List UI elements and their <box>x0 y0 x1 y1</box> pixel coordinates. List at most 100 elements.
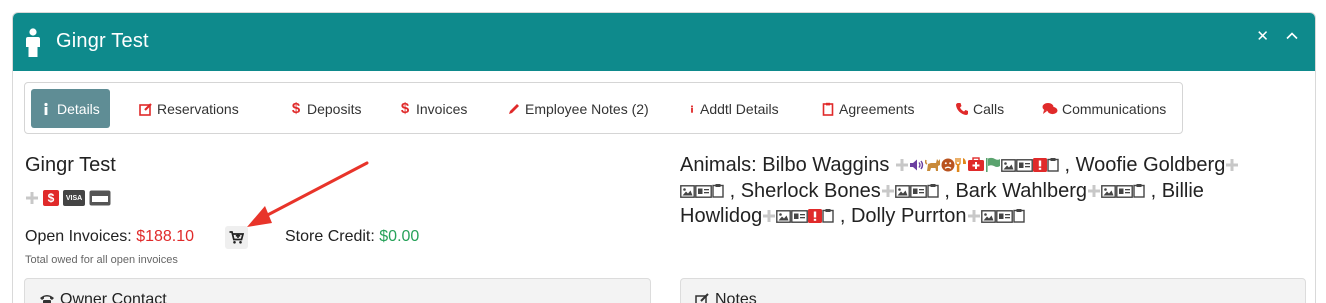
tab-deposits[interactable]: $ Deposits <box>283 89 367 128</box>
store-credit-label: Store Credit: <box>285 228 375 245</box>
plus-icon[interactable] <box>762 209 776 223</box>
payment-icons: $ VISA <box>25 190 111 206</box>
tab-label: Calls <box>973 100 1005 117</box>
flag-icon <box>985 157 1000 172</box>
owed-note: Total owed for all open invoices <box>25 254 178 266</box>
phone-icon <box>956 102 968 115</box>
checkout-cart-button[interactable] <box>225 226 248 249</box>
tab-label: Details <box>57 100 100 117</box>
animal-name[interactable]: Sherlock Bones <box>741 180 881 202</box>
owner-contact-label: Owner Contact <box>60 291 167 303</box>
alert-icon <box>1032 158 1047 172</box>
panel-header: Gingr Test ✕ <box>13 13 1315 71</box>
close-icon[interactable]: ✕ <box>1256 27 1269 45</box>
clipboard-icon <box>1133 183 1145 198</box>
tab-label: Communications <box>1062 100 1167 117</box>
clipboard-icon <box>822 209 834 223</box>
dollar-icon: $ <box>400 100 410 117</box>
plus-icon[interactable] <box>967 209 981 223</box>
tab-label: Addtl Details <box>700 100 779 117</box>
clipboard-icon <box>712 183 724 198</box>
visa-icon[interactable]: VISA <box>63 190 85 206</box>
clipboard-icon <box>1012 209 1025 223</box>
clipboard-icon <box>927 183 939 198</box>
plus-icon[interactable] <box>895 158 909 172</box>
separator: , <box>1064 154 1071 176</box>
id-card-icon <box>909 184 927 198</box>
chevron-up-icon[interactable] <box>1285 29 1299 43</box>
separator: , <box>1150 179 1157 202</box>
tab-communications[interactable]: Communications <box>1036 89 1172 128</box>
image-icon <box>1101 184 1116 198</box>
tab-calls[interactable]: Calls <box>949 89 1010 128</box>
tab-employee-notes[interactable]: Employee Notes (2) <box>501 89 655 128</box>
tab-label: Invoices <box>416 100 468 117</box>
image-icon <box>1001 159 1016 172</box>
phone-icon <box>40 295 54 303</box>
animals-label: Animals: <box>680 154 757 176</box>
clipboard-icon <box>822 102 834 116</box>
edit-icon <box>139 102 152 116</box>
open-invoices: Open Invoices: $188.10 <box>25 228 194 246</box>
panel-title: Gingr Test <box>56 30 149 52</box>
plus-icon[interactable] <box>1087 184 1101 198</box>
cat-icon <box>924 159 940 171</box>
id-card-icon <box>1016 159 1033 172</box>
tab-invoices[interactable]: $ Invoices <box>392 89 473 128</box>
open-invoices-amount: $188.10 <box>136 228 195 245</box>
volume-icon <box>909 159 924 171</box>
frown-icon <box>941 158 955 172</box>
clipboard-icon <box>1047 158 1059 172</box>
owner-name: Gingr Test <box>25 154 116 176</box>
separator: , <box>729 179 736 202</box>
tab-label: Deposits <box>307 100 362 117</box>
animal-name[interactable]: Bark Wahlberg <box>955 180 1087 202</box>
dollar-icon: $ <box>291 100 301 117</box>
notes-label: Notes <box>715 291 757 303</box>
edit-icon <box>695 293 709 303</box>
tab-reservations[interactable]: Reservations <box>133 89 245 128</box>
dollar-badge-icon[interactable]: $ <box>43 190 59 206</box>
animal-name[interactable]: Bilbo Waggins <box>762 154 889 176</box>
image-icon <box>980 210 996 223</box>
tab-agreements[interactable]: Agreements <box>815 89 920 128</box>
tab-details[interactable]: Details <box>31 89 110 128</box>
tab-label: Reservations <box>157 100 239 117</box>
tab-bar: Details Reservations $ Deposits $ Invoic… <box>24 82 1183 134</box>
customer-panel: Gingr Test ✕ Details Reservations $ Depo… <box>12 12 1316 303</box>
image-icon <box>680 184 695 198</box>
plus-icon[interactable] <box>25 191 39 205</box>
separator: , <box>944 179 950 202</box>
plus-icon[interactable] <box>1225 158 1239 172</box>
owner-contact-heading[interactable]: Owner Contact <box>39 291 167 303</box>
image-icon <box>894 184 910 198</box>
tab-label: Agreements <box>839 100 915 117</box>
medkit-icon <box>967 157 984 171</box>
open-invoices-label: Open Invoices: <box>25 228 132 245</box>
info-icon <box>44 102 48 115</box>
id-card-icon <box>995 210 1013 223</box>
info-icon <box>690 104 694 113</box>
id-card-icon <box>695 184 712 198</box>
animals-list: Animals: Bilbo Waggins , Woofie Goldberg… <box>680 153 1240 230</box>
owner-contact-panel: Owner Contact <box>24 278 651 303</box>
notes-heading[interactable]: Notes <box>695 291 757 303</box>
id-card-icon <box>1116 184 1133 198</box>
pencil-icon <box>509 103 519 114</box>
image-icon <box>776 210 792 223</box>
animal-name[interactable]: Dolly Purrton <box>851 205 967 227</box>
id-card-icon <box>791 210 809 223</box>
utensils-icon <box>955 158 966 172</box>
tab-addtl-details[interactable]: Addtl Details <box>682 89 785 128</box>
store-credit-amount: $0.00 <box>379 228 420 245</box>
cart-plus-icon <box>229 231 244 244</box>
chat-icon <box>1042 102 1058 114</box>
tab-label: Employee Notes (2) <box>525 100 649 117</box>
credit-card-icon[interactable] <box>89 190 111 206</box>
separator: , <box>839 205 846 227</box>
alert-icon <box>808 209 823 223</box>
person-icon <box>26 28 40 57</box>
animal-name[interactable]: Woofie Goldberg <box>1076 154 1226 176</box>
plus-icon[interactable] <box>881 184 895 198</box>
notes-panel: Notes <box>680 278 1306 303</box>
